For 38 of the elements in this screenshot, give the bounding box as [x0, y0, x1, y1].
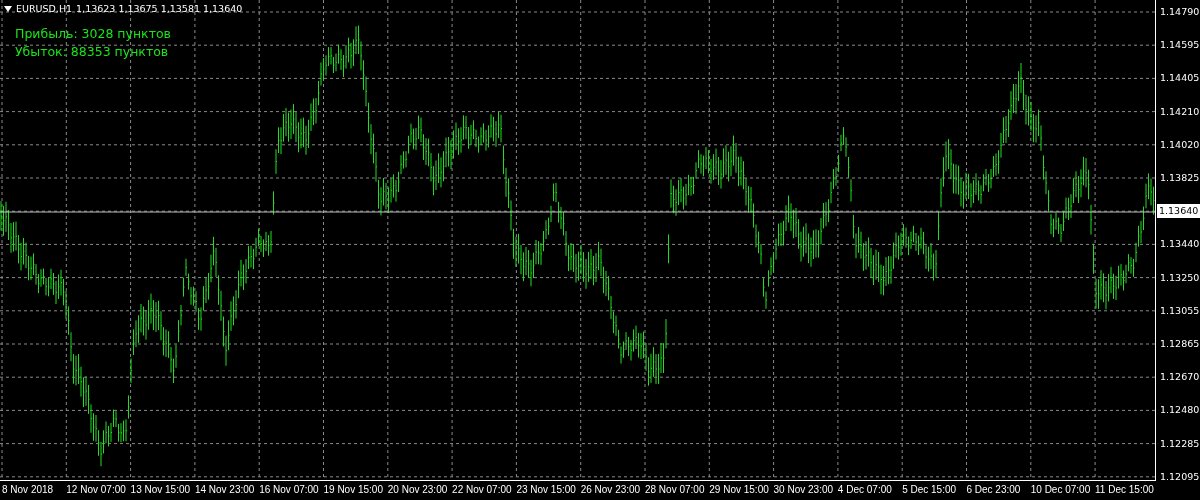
time-label: 10 Dec 07:00	[1030, 483, 1092, 497]
price-label: 1.13055	[1160, 303, 1200, 318]
price-label: 1.13825	[1160, 171, 1200, 185]
stats-text: Убыток: 88353 пунктов	[15, 44, 170, 60]
symbol-label: EURUSD,H1	[16, 3, 73, 14]
time-label: 16 Nov 07:00	[259, 483, 320, 497]
price-label: 1.14595	[1160, 38, 1200, 53]
dropdown-icon[interactable]	[4, 5, 12, 12]
price-label: 1.14020	[1160, 137, 1200, 152]
time-label: 19 Nov 15:00	[323, 483, 384, 497]
time-label: 12 Nov 07:00	[66, 483, 127, 497]
time-label: 28 Nov 07:00	[644, 483, 706, 497]
stats-text: Прибыль: 3028 пунктов	[15, 26, 171, 42]
time-label: 4 Dec 07:00	[837, 483, 893, 497]
price-label: 1.14210	[1160, 104, 1200, 119]
time-label: 14 Nov 23:00	[194, 483, 256, 497]
price-label: 1.13440	[1160, 237, 1200, 252]
price-label: 1.13250	[1160, 270, 1200, 285]
price-label: 1.12095	[1160, 469, 1200, 484]
time-label: 6 Dec 23:00	[966, 483, 1022, 497]
price-label: 1.14790	[1160, 5, 1200, 19]
price-label: 1.12670	[1160, 370, 1200, 385]
time-label: 13 Nov 15:00	[130, 483, 192, 497]
price-label: 1.14405	[1160, 71, 1200, 86]
time-label: 23 Nov 15:00	[516, 483, 577, 497]
price-label: 1.12865	[1160, 337, 1200, 352]
time-label: 11 Dec 15:00	[1095, 483, 1155, 497]
price-label: 1.12285	[1160, 436, 1200, 451]
time-label: 8 Nov 2018	[2, 483, 55, 497]
time-label: 29 Nov 15:00	[709, 483, 770, 497]
time-label: 26 Nov 23:00	[580, 483, 642, 497]
time-label: 30 Nov 23:00	[773, 483, 835, 497]
time-label: 5 Dec 15:00	[902, 483, 958, 497]
time-label: 20 Nov 23:00	[387, 483, 449, 497]
quote-values: 1,13623 1,13675 1,13581 1,13640	[76, 3, 243, 14]
time-label: 22 Nov 07:00	[452, 483, 513, 497]
current-price-label: 1.13640	[1157, 204, 1200, 219]
price-label: 1.12480	[1160, 403, 1200, 418]
